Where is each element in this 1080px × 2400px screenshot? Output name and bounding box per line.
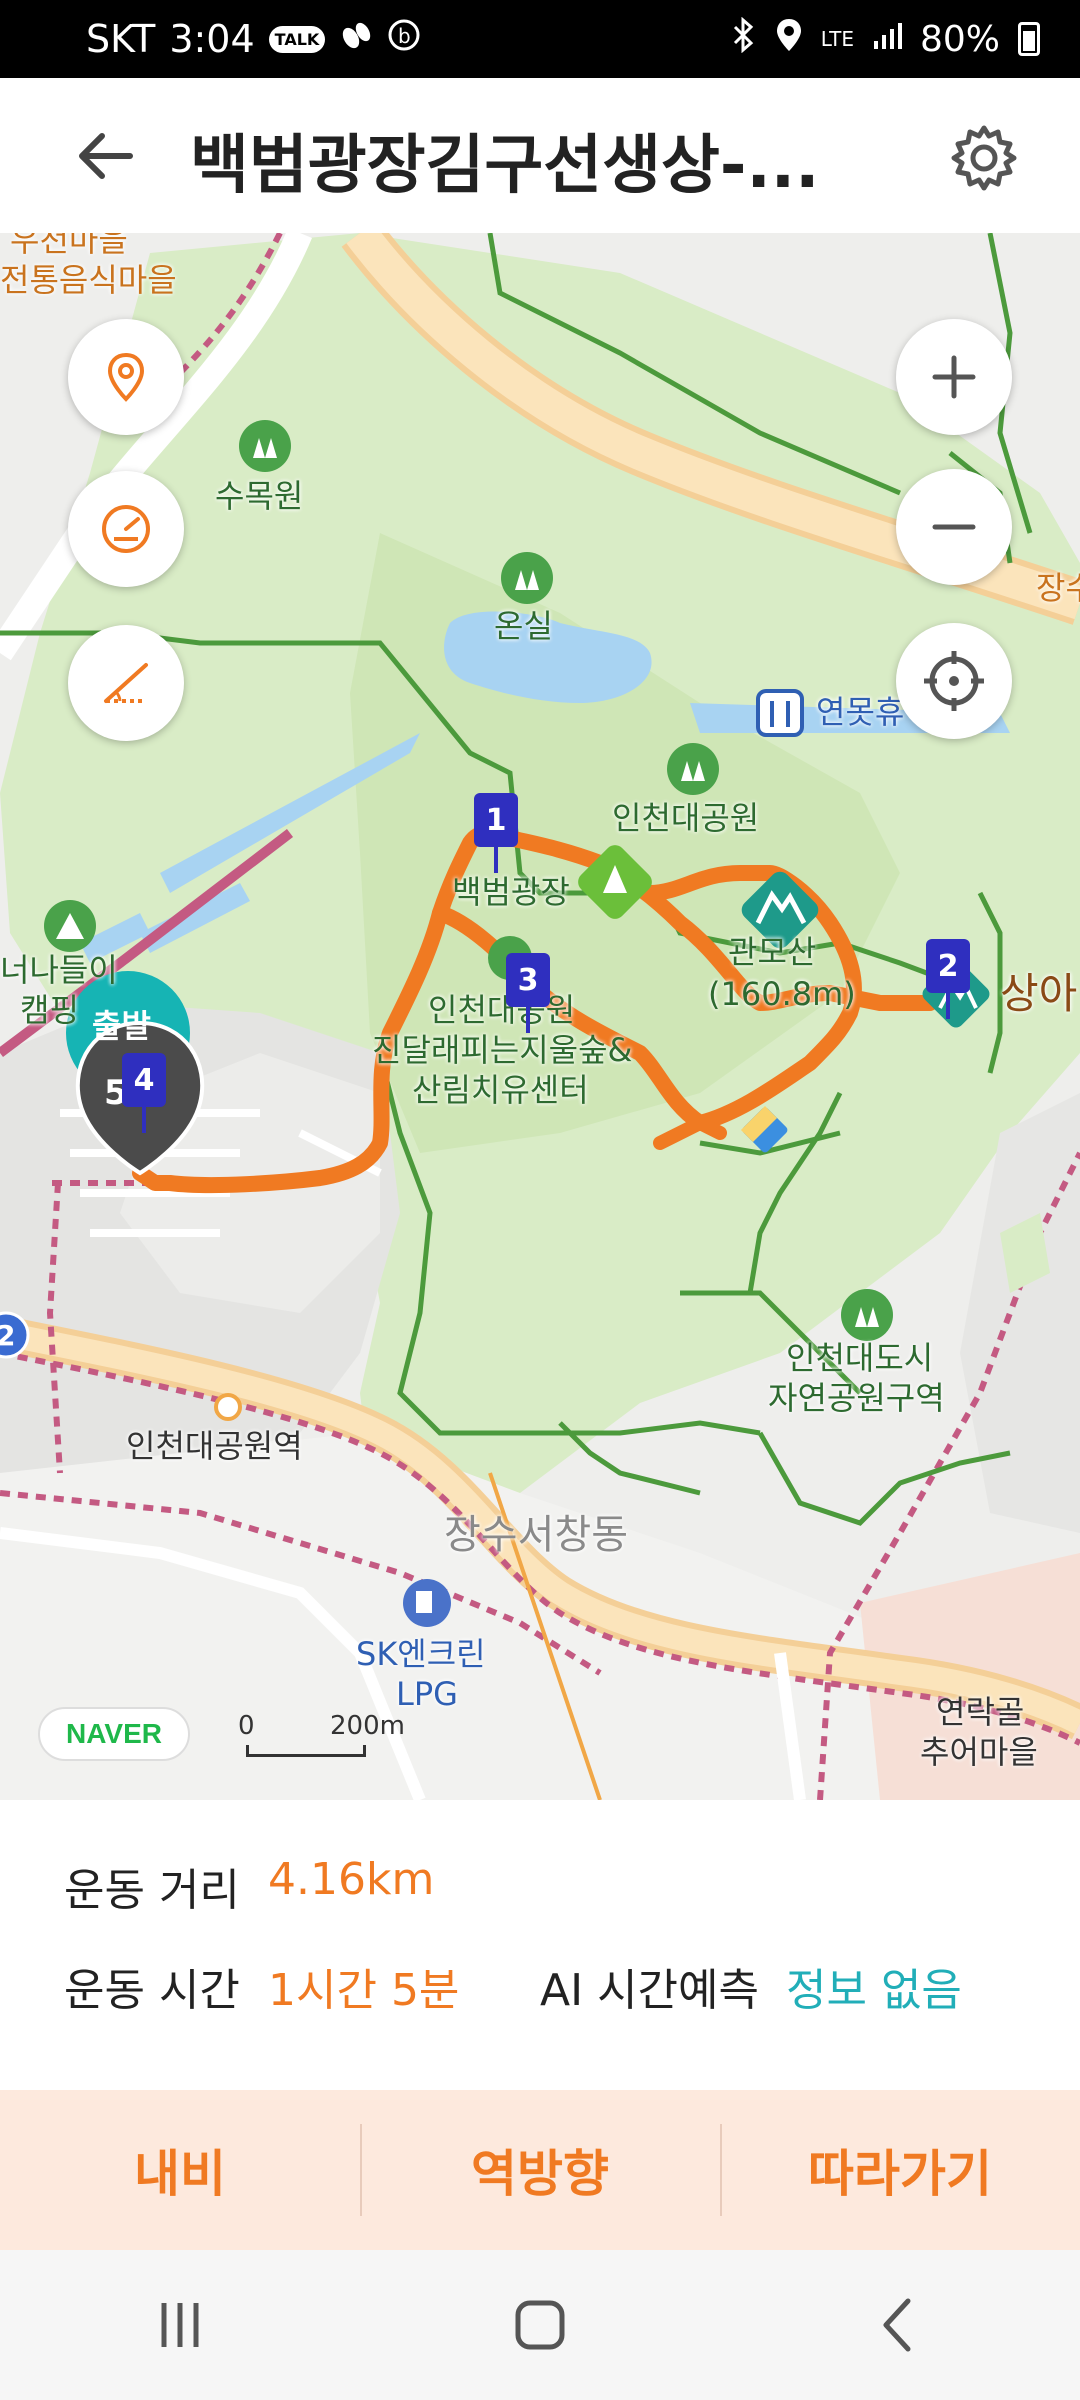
location-pin-button[interactable] [68,319,184,435]
location-pin-icon [107,352,145,402]
ai-estimate-value: 정보 없음 [786,1965,962,2016]
label-azalea-1: 인천대공원 [428,991,576,1029]
label-jangsu-edge: 장수 [1036,569,1080,607]
route-info-panel: 운동 거리 4.16km 운동 시간 1시간 5분 AI 시간예측 정보 없음 [0,1800,1080,2090]
speedometer-icon [102,505,150,553]
b-app-icon: b [387,17,421,61]
scale-zero-label: 0 [238,1711,255,1741]
slope-icon [104,663,148,703]
scale-distance-label: 200m [330,1711,405,1741]
bluetooth-icon [731,16,757,61]
back-chevron-icon [883,2298,911,2352]
zoom-in-button[interactable] [896,319,1012,435]
label-gas-2: LPG [396,1675,458,1713]
distance-value: 4.16km [268,1854,435,1905]
follow-button[interactable]: 따라가기 [720,2090,1080,2250]
label-natural-park-1: 인천대도시 [786,1339,934,1377]
distance-label: 운동 거리 [64,1865,240,1916]
minus-icon [932,524,976,530]
battery-icon [1018,22,1040,56]
waypoint-pin-2[interactable]: 2 [926,939,970,1019]
settings-button[interactable] [948,122,1020,194]
slope-button[interactable] [68,625,184,741]
label-azalea-3: 산림치유센터 [412,1071,589,1109]
label-district: 장수서창동 [444,1512,628,1558]
label-station: 인천대공원역 [126,1427,303,1465]
label-park-name: 인천대공원 [612,799,760,837]
status-bar: SKT 3:04 TALK b LTE 80% [0,0,1080,78]
speedometer-button[interactable] [68,471,184,587]
navigate-button[interactable]: 내비 [0,2090,360,2250]
label-village-1: 연락골 [936,1693,1025,1731]
home-icon [515,2300,565,2350]
recents-button[interactable] [120,2275,240,2375]
label-plaza: 백범광장 [452,873,570,911]
label-camping-1: 너나들이 [0,951,118,989]
start-bubble-label: 출발 [92,1007,151,1045]
label-village-2: 추어마을 [920,1733,1038,1771]
action-bar: 내비 역방향 따라가기 [0,2090,1080,2250]
status-right: LTE 80% [731,0,1040,78]
label-camping-2: 캠핑 [20,991,79,1029]
signal-icon [872,19,902,60]
label-arboretum: 수목원 [215,477,304,515]
svg-text:b: b [398,24,411,48]
clock: 3:04 [169,17,255,61]
talk-icon: TALK [268,25,326,53]
label-greenhouse: 온실 [494,607,553,645]
zoom-out-button[interactable] [896,469,1012,585]
label-restaurant: 연못휴 [816,693,905,731]
back-arrow-icon [79,133,133,179]
map-scale: 0 200m [238,1711,408,1761]
walking-shoes-icon [339,17,373,61]
my-location-button[interactable] [896,623,1012,739]
label-sanga: 상아 [1000,969,1078,1018]
reverse-button[interactable]: 역방향 [360,2090,720,2250]
location-icon [775,17,803,62]
map-view[interactable]: 우천마을 전통음식마을 수목원 온실 연못휴 인천대공원 백범광장 관모산 (1… [0,233,1080,1800]
carrier-label: SKT [86,17,156,61]
label-food-village: 전통음식마을 [0,261,177,299]
lte-icon: LTE [820,27,854,51]
label-mountain: 관모산 [728,933,817,971]
system-nav-bar [0,2250,1080,2400]
battery-percent: 80% [919,18,1000,60]
naver-logo: NAVER [38,1707,190,1761]
label-gas-1: SK엔크린 [356,1635,486,1673]
app-header: 백범광장김구선생상-... [0,78,1080,233]
label-azalea-2: 진달래피는지울숲& [372,1031,633,1069]
label-natural-park-2: 자연공원구역 [768,1379,945,1417]
gear-icon [951,125,1017,191]
back-button[interactable] [70,120,142,192]
home-button[interactable] [480,2275,600,2375]
waypoint-pin-1[interactable]: 1 [474,793,518,873]
duration-label: 운동 시간 [64,1965,240,2016]
plus-icon [932,355,976,399]
line-badge: 2 [0,1319,16,1352]
system-back-button[interactable] [840,2275,960,2375]
label-food-village-top: 우천마을 [10,233,128,259]
scale-bar [246,1745,366,1757]
recents-icon [161,2303,199,2347]
crosshair-icon [924,651,984,711]
duration-value: 1시간 5분 [268,1965,460,2016]
waypoint-pin-3[interactable]: 3 [506,953,550,1033]
waypoint-pin-4[interactable]: 4 [122,1053,166,1133]
ai-estimate-label: AI 시간예측 [540,1965,759,2016]
page-title: 백범광장김구선생상-... [190,129,820,203]
label-mountain-height: (160.8m) [708,975,856,1013]
status-left: SKT 3:04 TALK b [86,0,421,78]
